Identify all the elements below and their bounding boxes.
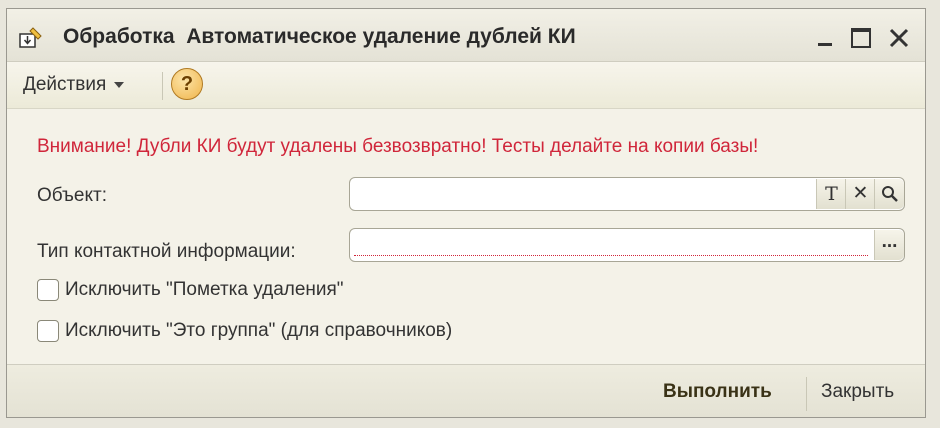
toolbar-separator <box>162 72 163 100</box>
title-bar[interactable]: Обработка Автоматическое удаление дублей… <box>7 9 925 62</box>
required-underline <box>354 255 868 256</box>
contact-type-field[interactable]: ... <box>349 228 905 262</box>
footer-separator <box>806 377 807 411</box>
actions-menu[interactable]: Действия <box>23 72 125 98</box>
footer-bar: Выполнить Закрыть <box>7 364 925 417</box>
toolbar: Действия ? <box>7 62 925 109</box>
processing-icon <box>19 27 42 48</box>
run-button[interactable]: Выполнить <box>663 381 772 403</box>
window-title: Обработка Автоматическое удаление дублей… <box>63 25 576 48</box>
exclude-deletion-mark-label: Исключить "Пометка удаления" <box>65 279 344 300</box>
help-button[interactable]: ? <box>171 68 203 100</box>
select-button[interactable]: ... <box>874 230 904 260</box>
contact-type-label: Тип контактной информации: <box>37 241 296 262</box>
exclude-deletion-mark-checkbox[interactable] <box>37 279 59 301</box>
object-label: Объект: <box>37 185 107 206</box>
clear-button[interactable]: ✕ <box>845 179 875 209</box>
exclude-group-label: Исключить "Это группа" (для справочников… <box>65 320 453 341</box>
close-icon[interactable] <box>886 25 912 51</box>
text-type-button[interactable]: T <box>816 179 846 209</box>
search-icon <box>881 186 898 202</box>
maximize-icon[interactable] <box>848 25 874 51</box>
search-button[interactable] <box>874 179 904 209</box>
close-button[interactable]: Закрыть <box>821 381 894 403</box>
exclude-group-row[interactable]: Исключить "Это группа" (для справочников… <box>37 320 452 342</box>
object-field[interactable]: T ✕ <box>349 177 905 211</box>
actions-menu-label: Действия <box>23 74 107 95</box>
chevron-down-icon <box>114 82 125 88</box>
exclude-group-checkbox[interactable] <box>37 320 59 342</box>
processing-window: Обработка Автоматическое удаление дублей… <box>6 8 926 418</box>
warning-message: Внимание! Дубли КИ будут удалены безвозв… <box>37 136 759 157</box>
minimize-icon[interactable] <box>812 25 838 51</box>
exclude-deletion-mark-row[interactable]: Исключить "Пометка удаления" <box>37 279 344 301</box>
